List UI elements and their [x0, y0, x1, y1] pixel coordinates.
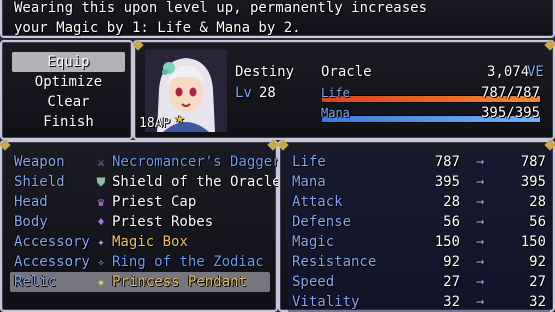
param-row: Vitality 32 → 32 [288, 292, 550, 312]
param-name: Defense [292, 214, 352, 230]
life-value: 787/787 [481, 85, 541, 101]
help-line-2: your Magic by 1: Life & Mana by 2. [14, 20, 301, 36]
level-label: Lv [235, 85, 252, 101]
optimize-command[interactable]: Optimize [12, 72, 125, 92]
equip-command[interactable]: Equip [12, 52, 125, 72]
param-row: Life 787 → 787 [288, 152, 550, 172]
corner-ornament [545, 140, 555, 150]
param-current: 395 [434, 174, 460, 190]
pendant-icon: ✷ [97, 275, 105, 289]
help-window: Wearing this upon level up, permanently … [0, 0, 555, 38]
params-window: Life 787 → 787 Mana 395 → 395 Attack 28 → 28 Defense… [278, 140, 555, 312]
param-current: 32 [443, 294, 460, 310]
param-row: Mana 395 → 395 [288, 172, 550, 192]
slot-row-weapon[interactable]: Weapon ⚔ Necromancer's Dagger [10, 152, 281, 172]
star-icon: ★ [175, 108, 185, 127]
slot-item: Ring of the Zodiac [112, 254, 264, 270]
param-row: Magic 150 → 150 [288, 232, 550, 252]
slot-row-body[interactable]: Body ♦ Priest Robes [10, 212, 270, 232]
currency-unit: VE [527, 64, 544, 80]
param-current: 92 [443, 254, 460, 270]
slot-item: Shield of the Oracle [112, 174, 281, 190]
slot-label: Accessory [14, 254, 90, 270]
param-name: Vitality [292, 294, 360, 310]
param-current: 56 [443, 214, 460, 230]
mana-label: Mana [321, 106, 350, 120]
slot-label: Head [14, 194, 48, 210]
slot-label: Weapon [14, 154, 65, 170]
clear-command[interactable]: Clear [12, 92, 125, 112]
finish-command[interactable]: Finish [12, 112, 125, 132]
param-row: Speed 27 → 27 [288, 272, 550, 292]
corner-ornament [133, 40, 143, 50]
param-current: 150 [434, 234, 460, 250]
arrow-right-icon: → [476, 174, 485, 190]
mana-value: 395/395 [481, 105, 541, 121]
slot-label: Shield [14, 174, 65, 190]
slot-row-accessory-2[interactable]: Accessory ✧ Ring of the Zodiac [10, 252, 270, 272]
arrow-right-icon: → [476, 294, 485, 310]
param-row: Attack 28 → 28 [288, 192, 550, 212]
param-new: 32 [529, 294, 546, 310]
arrow-right-icon: → [476, 254, 485, 270]
param-row: Resistance 92 → 92 [288, 252, 550, 272]
param-name: Speed [292, 274, 335, 290]
param-new: 92 [529, 254, 546, 270]
cap-icon: ♛ [97, 195, 105, 209]
actor-class: Oracle [321, 64, 372, 80]
slot-row-accessory-1[interactable]: Accessory ✦ Magic Box [10, 232, 270, 252]
slot-row-shield[interactable]: Shield ⛊ Shield of the Oracle [10, 172, 281, 192]
slot-item: Princess Pendant [112, 274, 247, 290]
param-name: Resistance [292, 254, 377, 270]
param-row: Defense 56 → 56 [288, 212, 550, 232]
arrow-right-icon: → [476, 154, 485, 170]
param-new: 395 [520, 174, 546, 190]
param-name: Life [292, 154, 326, 170]
slot-row-head[interactable]: Head ♛ Priest Cap [10, 192, 270, 212]
corner-ornament [545, 40, 555, 50]
param-new: 787 [520, 154, 546, 170]
arrow-right-icon: → [476, 234, 485, 250]
slot-item: Priest Cap [112, 194, 197, 210]
robe-icon: ♦ [97, 215, 105, 229]
box-icon: ✦ [97, 235, 105, 249]
dagger-icon: ⚔ [97, 155, 105, 169]
slot-item: Necromancer's Dagger [112, 154, 281, 170]
slot-label: Relic [14, 274, 57, 290]
command-window: Equip Optimize Clear Finish [0, 40, 133, 140]
param-new: 56 [529, 214, 546, 230]
param-new: 150 [520, 234, 546, 250]
slot-item: Priest Robes [112, 214, 214, 230]
help-line-1: Wearing this upon level up, permanently … [14, 0, 428, 16]
param-name: Attack [292, 194, 343, 210]
slot-item: Magic Box [112, 234, 188, 250]
param-current: 28 [443, 194, 460, 210]
param-name: Mana [292, 174, 326, 190]
param-new: 28 [529, 194, 546, 210]
slot-row-relic[interactable]: Relic ✷ Princess Pendant [10, 272, 270, 292]
slot-label: Body [14, 214, 48, 230]
corner-ornament [278, 140, 288, 150]
corner-ornament [0, 140, 10, 150]
ring-icon: ✧ [97, 255, 105, 269]
ap-badge: 18AP [139, 116, 171, 131]
equip-slots-window: Weapon ⚔ Necromancer's Dagger Shield ⛊ S… [0, 140, 281, 312]
life-label: Life [321, 86, 350, 100]
status-window: 18AP ★ Destiny Lv 28 Oracle 3,074 VE Lif… [133, 40, 555, 140]
actor-name: Destiny [235, 64, 295, 80]
param-current: 27 [443, 274, 460, 290]
slot-label: Accessory [14, 234, 90, 250]
shield-icon: ⛊ [96, 175, 106, 189]
param-current: 787 [434, 154, 460, 170]
param-new: 27 [529, 274, 546, 290]
level-value: 28 [259, 85, 276, 101]
param-name: Magic [292, 234, 335, 250]
arrow-right-icon: → [476, 274, 485, 290]
currency-value: 3,074 [487, 64, 530, 80]
arrow-right-icon: → [476, 214, 485, 230]
arrow-right-icon: → [476, 194, 485, 210]
